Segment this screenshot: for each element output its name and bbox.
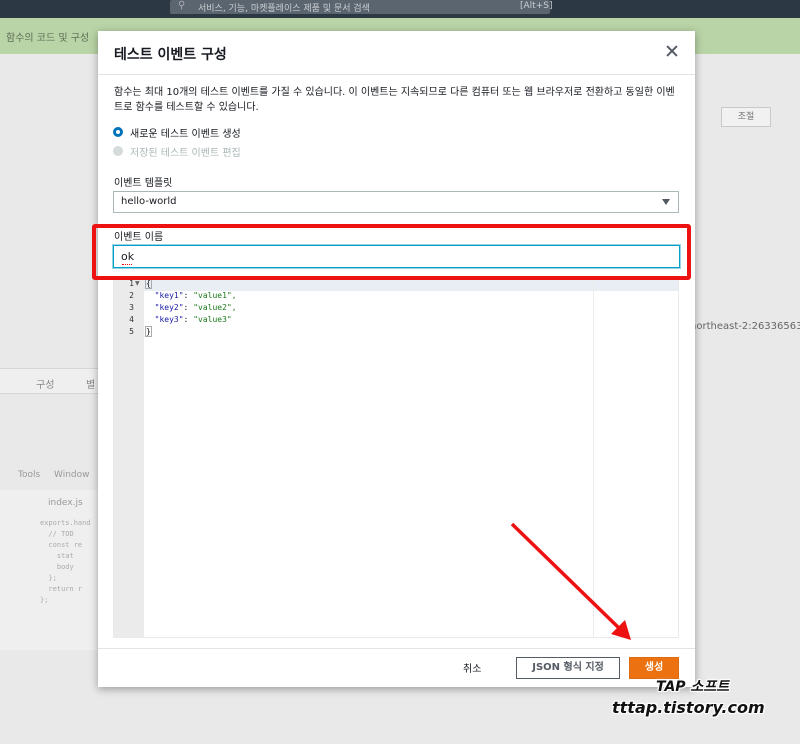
menu-window: Window [54, 470, 90, 480]
cancel-button[interactable]: 취소 [463, 660, 481, 675]
throttle-button: 조절 [721, 107, 771, 127]
event-template-select[interactable]: hello-world [113, 191, 679, 213]
file-tab-index-js: index.js [48, 498, 83, 508]
format-json-button[interactable]: JSON 형식 지정 [516, 657, 620, 679]
open-brace: { [145, 278, 152, 289]
function-arn-fragment: northeast-2:26336563 [690, 321, 800, 332]
watermark-brand: TAP 소프트 [656, 679, 730, 695]
console-search-hint: 서비스, 기능, 마켓플레이스 제품 및 문서 검색 [198, 4, 370, 14]
line-number: 5 [129, 327, 134, 336]
dialog-header: 테스트 이벤트 구성 [98, 31, 695, 75]
bg-code-line: }; [40, 574, 57, 582]
bg-code-line: stat [40, 552, 74, 560]
event-name-label: 이벤트 이름 [114, 232, 164, 243]
radio-edit-saved-label: 저장된 테스트 이벤트 편집 [130, 147, 241, 159]
code-line: "key3": "value3" [154, 315, 232, 324]
json-value: "value3" [193, 315, 232, 324]
line-number: 1 [129, 279, 134, 288]
code-line: } [145, 326, 152, 337]
print-margin [593, 278, 594, 637]
dialog-title: 테스트 이벤트 구성 [114, 47, 227, 63]
tab-configuration: 구성 [36, 380, 55, 391]
watermark: TAP 소프트 tttap.tistory.com [612, 676, 792, 726]
event-json-editor[interactable]: 1 ▼ 2 3 4 5 { "key1": "value1", "key2": … [113, 277, 679, 638]
json-key: "key2" [154, 303, 184, 312]
bg-code-line: // TOD [40, 530, 74, 538]
json-key: "key1" [154, 291, 184, 300]
watermark-url: tttap.tistory.com [612, 698, 765, 717]
configure-test-event-dialog: 테스트 이벤트 구성 함수는 최대 10개의 테스트 이벤트를 가질 수 있습니… [92, 31, 695, 687]
code-line: { [145, 278, 152, 289]
bg-code-line: const re [40, 541, 83, 549]
json-value: "value2", [193, 303, 237, 312]
code-line: "key1": "value1", [154, 291, 237, 300]
bg-code-line: }; [40, 596, 49, 604]
event-template-value: hello-world [121, 196, 177, 207]
tab-alias: 별 [86, 380, 96, 391]
console-search-shortcut: [Alt+S] [520, 1, 553, 11]
radio-create-new-event[interactable]: 새로운 테스트 이벤트 생성 [113, 125, 241, 140]
bg-code-line: exports.hand [40, 519, 91, 527]
event-name-input[interactable] [113, 245, 680, 268]
editor-gutter: 1 ▼ 2 3 4 5 [114, 278, 144, 637]
line-number: 3 [129, 303, 134, 312]
radio-selected-icon[interactable] [113, 127, 123, 137]
success-banner-text: 함수의 코드 및 구성 [6, 33, 90, 44]
bg-code-line: body [40, 563, 74, 571]
line-number: 4 [129, 315, 134, 324]
close-brace: } [145, 326, 152, 337]
spellcheck-underline [122, 263, 132, 265]
radio-disabled-icon [113, 146, 123, 156]
code-line: "key2": "value2", [154, 303, 237, 312]
menu-tools: Tools [18, 470, 41, 480]
dialog-description: 함수는 최대 10개의 테스트 이벤트를 가질 수 있습니다. 이 이벤트는 지… [114, 87, 675, 113]
json-value: "value1", [193, 291, 237, 300]
fold-arrow-icon[interactable]: ▼ [135, 280, 140, 287]
dialog-footer: 취소 JSON 형식 지정 생성 [98, 648, 695, 687]
active-line-highlight [144, 279, 678, 291]
search-icon: ⚲ [178, 0, 186, 11]
radio-create-new-label: 새로운 테스트 이벤트 생성 [130, 128, 241, 140]
line-number: 2 [129, 291, 134, 300]
close-icon[interactable] [664, 43, 680, 59]
json-key: "key3" [154, 315, 184, 324]
caret-down-icon [662, 199, 670, 205]
event-template-label: 이벤트 템플릿 [114, 178, 173, 189]
bg-code-line: return r [40, 585, 83, 593]
radio-edit-saved-event: 저장된 테스트 이벤트 편집 [113, 144, 241, 159]
